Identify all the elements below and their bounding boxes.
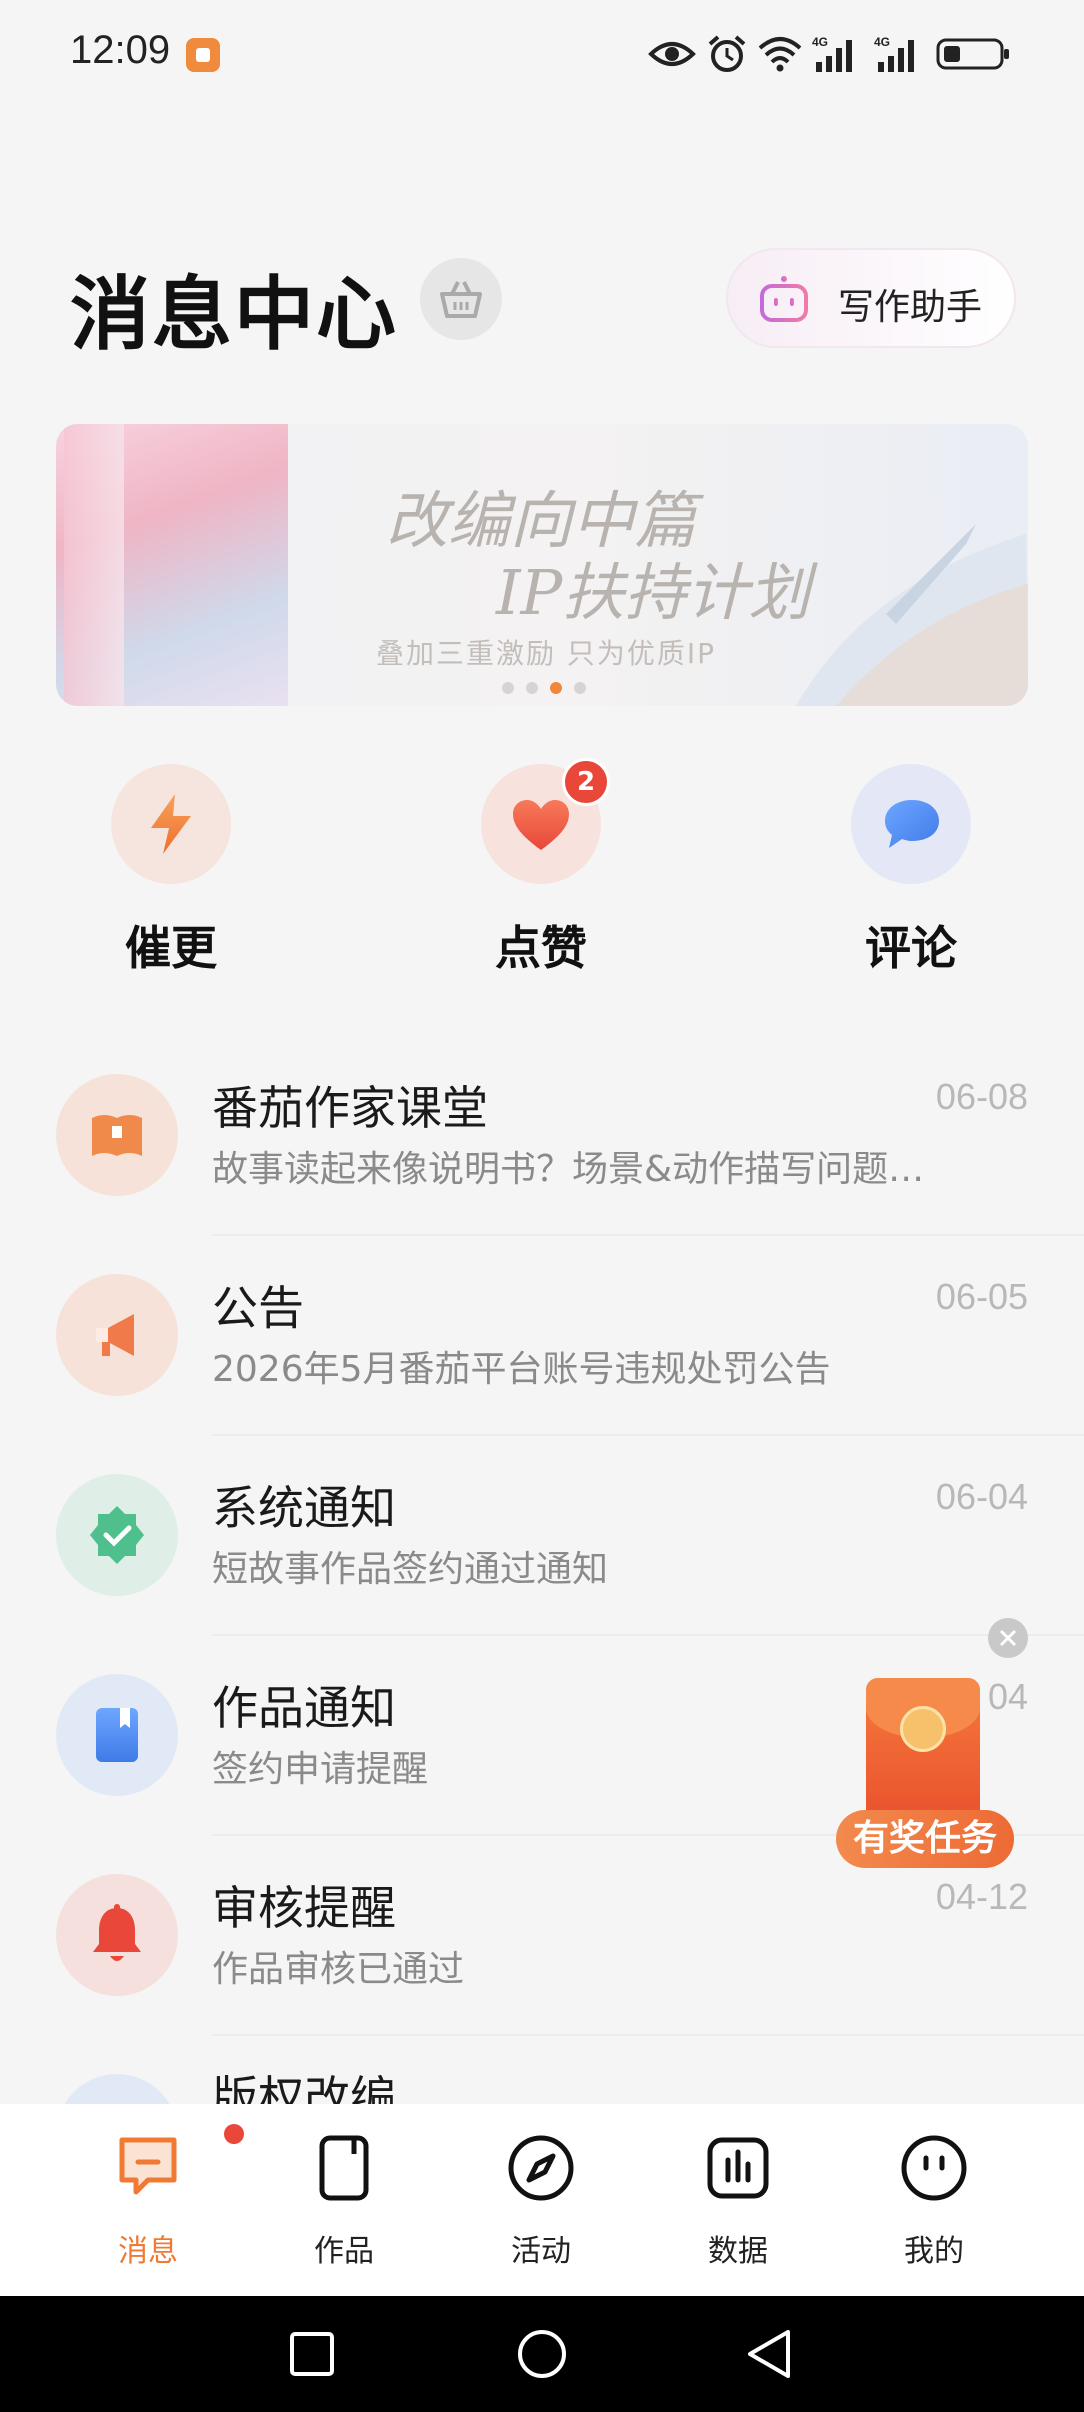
recent-apps-icon[interactable] [288, 2330, 336, 2378]
megaphone-icon [96, 1314, 134, 1356]
urge-update-label: 催更 [125, 921, 217, 975]
chart-icon [707, 2137, 769, 2199]
bottom-nav: 消息 作品 活动 数据 我的 [0, 2104, 1084, 2296]
message-preview: 2026年5月番茄平台账号违规处罚公告 [212, 1349, 831, 1390]
message-date: 06-08 [935, 1076, 1028, 1117]
message-icon [119, 2137, 177, 2195]
alarm-icon [708, 35, 746, 72]
book-icon [92, 1115, 142, 1156]
page-title: 消息中心 [70, 267, 398, 361]
message-row-writer-class[interactable]: 番茄作家课堂 06-08 故事读起来像说明书？场景&动作描写问题… [0, 1036, 1084, 1236]
comments-label: 评论 [865, 921, 957, 975]
verified-icon-container [56, 1474, 178, 1596]
svg-text:4G: 4G [812, 35, 828, 49]
eye-icon [648, 42, 696, 66]
status-time: 12:09 [70, 28, 171, 72]
banner-page-dot[interactable] [526, 682, 538, 694]
message-preview: 短故事作品签约通过通知 [212, 1549, 609, 1590]
message-date: 04-12 [935, 1876, 1028, 1917]
message-title: 系统通知 [212, 1481, 396, 1535]
nav-profile[interactable]: 我的 [836, 2104, 1032, 2296]
message-preview: 作品审核已通过 [212, 1949, 465, 1990]
likes-label: 点赞 [495, 921, 587, 975]
nav-label: 作品 [314, 2234, 374, 2269]
compass-icon [508, 2135, 574, 2201]
banner-page-dot[interactable] [574, 682, 586, 694]
banner-decoration [796, 524, 1028, 706]
banner-title-line2: IP扶持计划 [496, 556, 811, 629]
writing-assistant-button[interactable]: 写作助手 [726, 248, 1016, 348]
bookmark-book-icon [96, 1708, 138, 1762]
banner-artwork [56, 424, 288, 706]
basket-button[interactable] [420, 258, 502, 340]
promo-banner[interactable]: 改编向中篇 IP扶持计划 叠加三重激励 只为优质IP [56, 424, 1028, 706]
nav-data[interactable]: 数据 [640, 2104, 836, 2296]
banner-page-dot[interactable] [502, 682, 514, 694]
app-notification-icon [186, 38, 220, 72]
banner-subtitle: 叠加三重激励 只为优质IP [376, 637, 717, 670]
coin-icon [900, 1706, 946, 1752]
megaphone-icon-container [56, 1274, 178, 1396]
urge-update-button[interactable] [111, 764, 231, 884]
bell-icon [93, 1904, 141, 1961]
nav-messages[interactable]: 消息 [50, 2104, 246, 2296]
message-preview: 故事读起来像说明书？场景&动作描写问题… [212, 1149, 925, 1190]
nav-label: 我的 [904, 2234, 964, 2269]
book-icon-container [56, 1674, 178, 1796]
writing-assistant-label: 写作助手 [838, 287, 983, 328]
message-row-system[interactable]: 系统通知 06-04 短故事作品签约通过通知 [0, 1436, 1084, 1636]
book-icon-container [56, 1074, 178, 1196]
message-date: 06-05 [935, 1276, 1028, 1317]
heart-icon [513, 800, 569, 850]
lightning-icon [151, 794, 191, 854]
message-title: 番茄作家课堂 [212, 1081, 488, 1135]
close-reward-button[interactable] [988, 1618, 1028, 1658]
message-date: 04 [987, 1676, 1028, 1717]
message-title: 作品通知 [212, 1681, 396, 1735]
signal-4g-icon: 4G [874, 35, 914, 72]
verified-badge-icon [90, 1506, 144, 1564]
message-title: 审核提醒 [212, 1881, 396, 1935]
system-navigation-bar [0, 2296, 1084, 2412]
profile-icon [901, 2135, 967, 2201]
nav-works[interactable]: 作品 [246, 2104, 442, 2296]
close-icon [999, 1629, 1017, 1647]
nav-label: 消息 [118, 2234, 178, 2269]
battery-icon [936, 38, 1009, 70]
robot-icon [760, 276, 808, 322]
bell-icon-container [56, 1874, 178, 1996]
chat-bubble-icon [885, 800, 939, 848]
svg-text:4G: 4G [874, 35, 890, 49]
nav-label: 活动 [511, 2234, 571, 2269]
banner-page-dot-active[interactable] [550, 682, 562, 694]
nav-label: 数据 [708, 2234, 768, 2269]
signal-4g-icon: 4G [812, 35, 852, 72]
home-icon[interactable] [516, 2328, 568, 2380]
nav-activities[interactable]: 活动 [443, 2104, 639, 2296]
wifi-icon [758, 37, 802, 72]
message-title: 公告 [212, 1281, 304, 1335]
message-row-announcement[interactable]: 公告 06-05 2026年5月番茄平台账号违规处罚公告 [0, 1236, 1084, 1436]
likes-count-badge: 2 [562, 758, 610, 806]
basket-icon [440, 281, 482, 318]
divider [212, 2034, 1084, 2036]
reward-task-button[interactable]: 有奖任务 [836, 1810, 1014, 1868]
comments-button[interactable] [851, 764, 971, 884]
notification-dot [224, 2124, 244, 2144]
message-preview: 签约申请提醒 [212, 1749, 429, 1790]
works-icon [319, 2135, 369, 2201]
message-date: 06-04 [935, 1476, 1028, 1517]
back-icon[interactable] [744, 2328, 796, 2380]
